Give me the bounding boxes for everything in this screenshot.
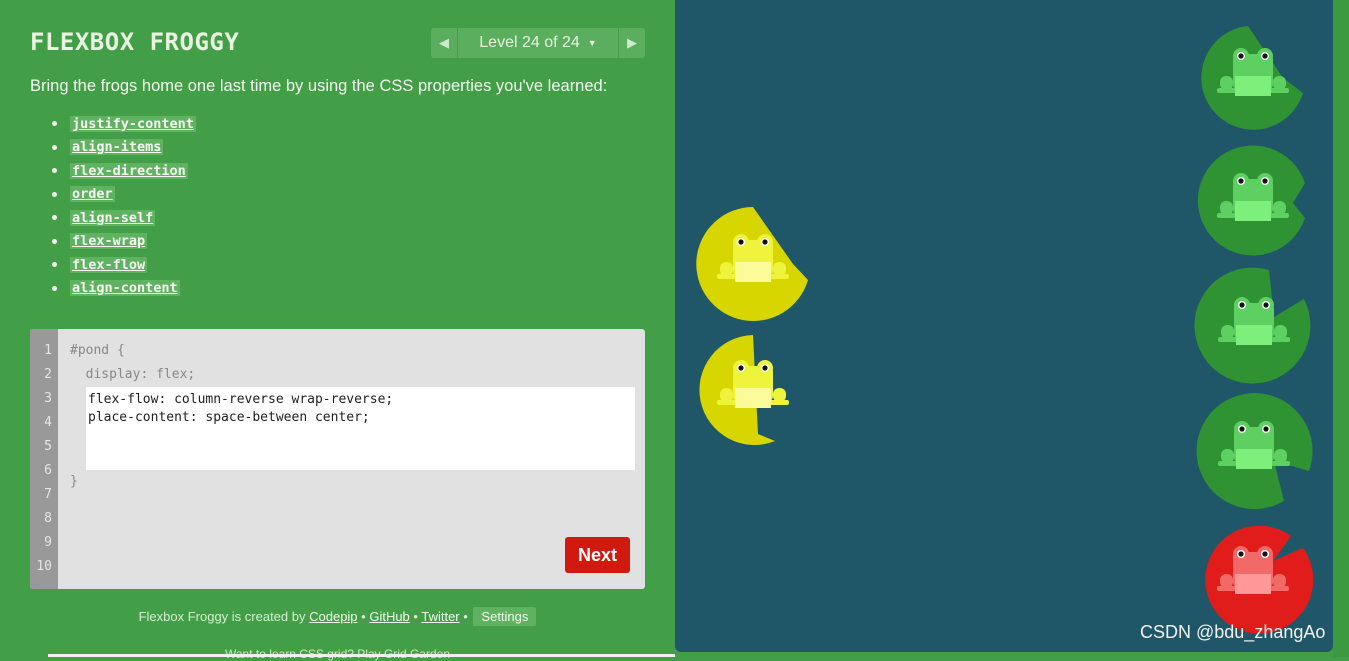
- line-number: 3: [44, 391, 52, 406]
- property-link-flex-flow[interactable]: flex-flow: [70, 256, 148, 273]
- separator: •: [459, 609, 472, 624]
- line-number: 5: [44, 439, 52, 454]
- pond-svg: [696, 26, 1314, 634]
- list-item: justify-content: [52, 112, 196, 136]
- property-link-align-items[interactable]: align-items: [70, 139, 164, 156]
- list-item: flex-direction: [52, 159, 196, 183]
- line-number: 8: [44, 511, 52, 526]
- red-lily-pad: [1205, 525, 1314, 634]
- line-number: 10: [36, 559, 52, 574]
- property-link-align-content[interactable]: align-content: [70, 280, 180, 297]
- code-line-selector: #pond {: [70, 343, 125, 358]
- property-link-justify-content[interactable]: justify-content: [70, 115, 196, 132]
- code-line-closing-brace: }: [70, 474, 78, 489]
- property-link-order[interactable]: order: [70, 186, 115, 203]
- yellow-lily-pad-2: [699, 335, 789, 445]
- line-number: 1: [44, 343, 52, 358]
- credits-prefix: Flexbox Froggy is created by: [138, 609, 310, 624]
- green-lily-pad-3: [1194, 267, 1311, 384]
- caret-down-icon: ▼: [587, 37, 597, 48]
- list-item: align-items: [52, 136, 196, 160]
- level-indicator-dropdown[interactable]: Level 24 of 24 ▼: [458, 34, 618, 52]
- twitter-link[interactable]: Twitter: [421, 609, 459, 624]
- list-item: order: [52, 183, 196, 207]
- line-number-gutter: 1 2 3 4 5 6 7 8 9 10: [30, 329, 58, 589]
- next-button[interactable]: Next: [565, 537, 630, 573]
- property-link-flex-wrap[interactable]: flex-wrap: [70, 233, 148, 250]
- page-title: FLEXBOX FROGGY: [30, 28, 240, 56]
- left-triangle-icon: ◀: [439, 35, 449, 50]
- credits-footer: Flexbox Froggy is created by Codepip • G…: [0, 607, 675, 626]
- green-lily-pad-2: [1197, 145, 1305, 256]
- list-item: align-self: [52, 206, 196, 230]
- property-link-align-self[interactable]: align-self: [70, 209, 156, 226]
- level-label: Level 24 of 24: [479, 34, 580, 51]
- code-line-display: display: flex;: [70, 367, 196, 382]
- list-item: align-content: [52, 277, 196, 301]
- sidebar: FLEXBOX FROGGY ◀ Level 24 of 24 ▼ ▶ Bring…: [0, 0, 675, 661]
- separator: •: [357, 609, 370, 624]
- line-number: 7: [44, 487, 52, 502]
- settings-button[interactable]: Settings: [473, 607, 537, 626]
- css-properties-list: justify-content align-items flex-directi…: [52, 112, 196, 300]
- line-number: 6: [44, 463, 52, 478]
- property-link-flex-direction[interactable]: flex-direction: [70, 162, 188, 179]
- yellow-lily-pad-1: [696, 207, 808, 321]
- code-editor: 1 2 3 4 5 6 7 8 9 10 #pond { display: fl…: [30, 329, 645, 589]
- code-input[interactable]: flex-flow: column-reverse wrap-reverse; …: [86, 387, 635, 470]
- green-lily-pad-1: [1201, 26, 1303, 130]
- github-link[interactable]: GitHub: [369, 609, 409, 624]
- instructions-text: Bring the frogs home one last time by us…: [30, 77, 608, 95]
- next-level-button[interactable]: ▶: [618, 28, 645, 58]
- line-number: 2: [44, 367, 52, 382]
- right-triangle-icon: ▶: [627, 35, 637, 50]
- line-number: 4: [44, 415, 52, 430]
- level-navigation: ◀ Level 24 of 24 ▼ ▶: [431, 28, 645, 58]
- line-number: 9: [44, 535, 52, 550]
- pond-board: [675, 0, 1333, 652]
- previous-level-button[interactable]: ◀: [431, 28, 458, 58]
- list-item: flex-flow: [52, 253, 196, 277]
- watermark-text: CSDN @bdu_zhangAo: [1140, 622, 1326, 642]
- list-item: flex-wrap: [52, 230, 196, 254]
- separator: •: [409, 609, 422, 624]
- codepip-link[interactable]: Codepip: [309, 609, 357, 624]
- right-edge-strip: [1333, 0, 1349, 657]
- green-lily-pad-4: [1196, 393, 1313, 510]
